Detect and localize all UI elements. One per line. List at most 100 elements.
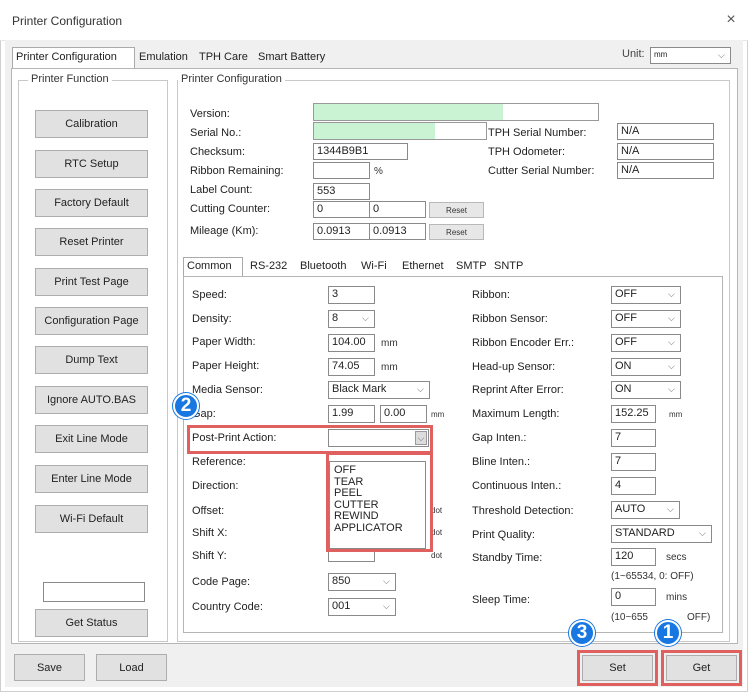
threshold-label: Threshold Detection: bbox=[472, 505, 574, 517]
sleep-unit: mins bbox=[666, 592, 688, 603]
exit-line-mode-button[interactable]: Exit Line Mode bbox=[35, 425, 148, 453]
calibration-button[interactable]: Calibration bbox=[35, 110, 148, 138]
ribbon-encoder-select[interactable]: OFF ⌵ bbox=[611, 334, 681, 352]
code-page-value: 850 bbox=[332, 575, 351, 587]
speed-field[interactable]: 3 bbox=[328, 286, 375, 304]
chevron-down-icon: ⌵ bbox=[668, 289, 675, 299]
tab-emulation[interactable]: Emulation bbox=[136, 48, 191, 68]
threshold-select[interactable]: AUTO ⌵ bbox=[611, 501, 680, 519]
enter-line-mode-button[interactable]: Enter Line Mode bbox=[35, 465, 148, 493]
get-status-button[interactable]: Get Status bbox=[35, 609, 148, 637]
shifty-unit: dot bbox=[431, 551, 443, 560]
chevron-down-icon: ⌵ bbox=[668, 337, 675, 347]
configuration-page-button[interactable]: Configuration Page bbox=[35, 307, 148, 335]
max-length-field[interactable]: 152.25 bbox=[611, 405, 656, 423]
paper-width-unit: mm bbox=[381, 338, 398, 349]
chevron-down-icon: ⌵ bbox=[668, 313, 675, 323]
direction-label: Direction: bbox=[192, 480, 239, 492]
reprint-value: ON bbox=[615, 383, 632, 395]
unit-label: Unit: bbox=[622, 48, 645, 60]
save-button[interactable]: Save bbox=[14, 654, 85, 681]
ribbon-encoder-value: OFF bbox=[615, 336, 637, 348]
subtab-rs232[interactable]: RS-232 bbox=[247, 258, 290, 275]
print-test-page-button[interactable]: Print Test Page bbox=[35, 268, 148, 296]
reset-cutting-counter-button[interactable]: Reset bbox=[429, 202, 484, 218]
media-sensor-select[interactable]: Black Mark ⌵ bbox=[328, 381, 430, 399]
cont-inten-field[interactable]: 4 bbox=[611, 477, 656, 495]
ignore-autobas-button[interactable]: Ignore AUTO.BAS bbox=[35, 386, 148, 414]
load-button[interactable]: Load bbox=[96, 654, 167, 681]
gap-field-1[interactable]: 1.99 bbox=[328, 405, 375, 423]
cutting-counter-field-2[interactable]: 0 bbox=[369, 201, 426, 218]
tab-smart-battery[interactable]: Smart Battery bbox=[255, 48, 328, 68]
subtab-bluetooth[interactable]: Bluetooth bbox=[297, 258, 349, 275]
ribbon-encoder-label: Ribbon Encoder Err.: bbox=[472, 337, 575, 349]
label-count-field[interactable]: 553 bbox=[313, 183, 370, 200]
tph-odometer-field[interactable]: N/A bbox=[617, 143, 714, 160]
reprint-select[interactable]: ON ⌵ bbox=[611, 381, 681, 399]
ribbon-sensor-label: Ribbon Sensor: bbox=[472, 313, 548, 325]
density-select[interactable]: 8 ⌵ bbox=[328, 310, 375, 328]
ribbon-remaining-field[interactable] bbox=[313, 162, 370, 179]
paper-height-unit: mm bbox=[381, 362, 398, 373]
checksum-field[interactable]: 1344B9B1 bbox=[313, 143, 408, 160]
subtab-common[interactable]: Common bbox=[183, 257, 243, 276]
unit-select[interactable]: mm ⌵ bbox=[650, 47, 731, 64]
gap-unit: mm bbox=[431, 410, 445, 419]
tab-tph-care[interactable]: TPH Care bbox=[196, 48, 251, 68]
paper-height-field[interactable]: 74.05 bbox=[328, 358, 375, 376]
gap-field-2[interactable]: 0.00 bbox=[380, 405, 427, 423]
chevron-down-icon: ⌵ bbox=[667, 504, 674, 514]
ribbon-select[interactable]: OFF ⌵ bbox=[611, 286, 681, 304]
status-field[interactable] bbox=[43, 582, 145, 602]
ribbon-sensor-select[interactable]: OFF ⌵ bbox=[611, 310, 681, 328]
standby-label: Standby Time: bbox=[472, 552, 543, 564]
paper-width-field[interactable]: 104.00 bbox=[328, 334, 375, 352]
subtab-ethernet[interactable]: Ethernet bbox=[399, 258, 447, 275]
standby-field[interactable]: 120 bbox=[611, 548, 656, 566]
tab-printer-configuration[interactable]: Printer Configuration bbox=[12, 47, 135, 69]
title-bar: Printer Configuration × bbox=[0, 0, 748, 40]
headup-sensor-label: Head-up Sensor: bbox=[472, 361, 556, 373]
reset-mileage-button[interactable]: Reset bbox=[429, 224, 484, 240]
headup-sensor-select[interactable]: ON ⌵ bbox=[611, 358, 681, 376]
gap-inten-field[interactable]: 7 bbox=[611, 429, 656, 447]
mileage-field-2[interactable]: 0.0913 bbox=[369, 223, 426, 240]
version-label: Version: bbox=[190, 108, 230, 120]
get-highlight bbox=[661, 650, 742, 686]
ribbon-remaining-label: Ribbon Remaining: bbox=[190, 165, 284, 177]
shiftx-label: Shift X: bbox=[192, 527, 228, 539]
subtab-smtp[interactable]: SMTP bbox=[453, 258, 490, 275]
sleep-field[interactable]: 0 bbox=[611, 588, 656, 606]
country-code-select[interactable]: 001 ⌵ bbox=[328, 598, 396, 616]
subtab-sntp[interactable]: SNTP bbox=[491, 258, 526, 275]
close-icon[interactable]: × bbox=[722, 11, 740, 29]
standby-unit: secs bbox=[666, 552, 687, 563]
unit-value: mm bbox=[654, 50, 668, 59]
print-quality-select[interactable]: STANDARD ⌵ bbox=[611, 525, 712, 543]
reset-printer-button[interactable]: Reset Printer bbox=[35, 228, 148, 256]
mileage-field-1[interactable]: 0.0913 bbox=[313, 223, 370, 240]
serial-progress-fill bbox=[314, 123, 435, 139]
printer-function-label: Printer Function bbox=[28, 73, 112, 85]
post-print-highlight bbox=[187, 425, 433, 454]
cutter-serial-field[interactable]: N/A bbox=[617, 162, 714, 179]
offset-label: Offset: bbox=[192, 505, 225, 517]
factory-default-button[interactable]: Factory Default bbox=[35, 189, 148, 217]
ribbon-label: Ribbon: bbox=[472, 289, 510, 301]
max-length-unit: mm bbox=[669, 410, 683, 419]
dump-text-button[interactable]: Dump Text bbox=[35, 346, 148, 374]
bline-inten-field[interactable]: 7 bbox=[611, 453, 656, 471]
wifi-default-button[interactable]: Wi-Fi Default bbox=[35, 505, 148, 533]
cutting-counter-field-1[interactable]: 0 bbox=[313, 201, 370, 218]
rtc-setup-button[interactable]: RTC Setup bbox=[35, 150, 148, 178]
country-code-value: 001 bbox=[332, 600, 351, 612]
code-page-label: Code Page: bbox=[192, 576, 251, 588]
standby-hint: (1~65534, 0: OFF) bbox=[611, 571, 694, 582]
subtab-wifi[interactable]: Wi-Fi bbox=[358, 258, 390, 275]
printer-configuration-label: Printer Configuration bbox=[178, 73, 285, 85]
tph-serial-field[interactable]: N/A bbox=[617, 123, 714, 140]
tph-serial-label: TPH Serial Number: bbox=[488, 127, 587, 139]
density-label: Density: bbox=[192, 313, 232, 325]
code-page-select[interactable]: 850 ⌵ bbox=[328, 573, 396, 591]
